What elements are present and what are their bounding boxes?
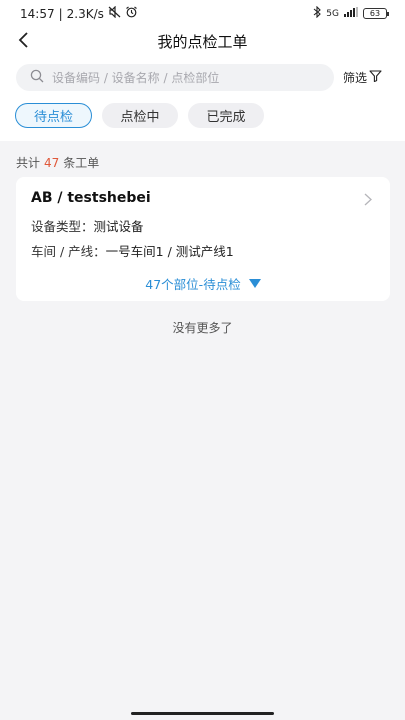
search-input[interactable] [52,70,312,85]
filter-label: 筛选 [343,71,368,85]
status-left: 14:57 | 2.3K/s [20,5,138,21]
nav-bar: 我的点检工单 [0,28,405,56]
triangle-down-icon [248,276,261,291]
network-label: 5G [326,8,339,19]
search-icon [30,68,44,87]
workshop-line-row: 车间 / 产线：一号车间1 / 测试产线1 [31,241,234,260]
search-bar[interactable] [16,64,334,91]
filter-button[interactable]: 筛选 [343,69,382,86]
battery-icon: 63 [363,8,389,19]
expand-parts-toggle[interactable]: 47个部位-待点检 [16,274,390,293]
status-time: 14:57 [20,6,55,21]
order-count: 共计 47 条工单 [16,154,99,171]
mute-icon [108,5,121,21]
tab-in-progress[interactable]: 点检中 [102,103,178,128]
alarm-clock-icon [125,6,138,21]
expand-parts-label: 47个部位-待点检 [145,277,241,292]
equipment-type-row: 设备类型：测试设备 [31,216,144,235]
status-divider: | [58,6,63,21]
tab-completed[interactable]: 已完成 [188,103,264,128]
count-number: 47 [44,156,60,170]
status-bar: 14:57 | 2.3K/s 5G 63 [0,0,405,28]
equipment-type-label: 设备类型： [31,219,94,234]
home-indicator[interactable] [131,712,274,715]
chevron-right-icon [364,191,372,210]
no-more-text: 没有更多了 [172,321,233,335]
order-title: AB / testshebei [31,190,151,206]
equipment-type-value: 测试设备 [93,219,144,234]
bluetooth-icon [313,5,322,21]
status-tabs: 待点检 点检中 已完成 [15,103,264,128]
battery-level: 63 [369,9,381,18]
status-speed: 2.3K/s [66,6,104,21]
filter-icon [369,70,382,85]
count-suffix: 条工单 [63,156,100,170]
tab-pending[interactable]: 待点检 [15,103,92,128]
count-prefix: 共计 [16,156,41,170]
page-title: 我的点检工单 [157,33,248,51]
signal-icon [344,7,358,20]
workshop-line-value: 一号车间1 / 测试产线1 [105,244,234,259]
status-right: 5G 63 [313,5,389,21]
order-card[interactable]: AB / testshebei 设备类型：测试设备 车间 / 产线：一号车间1 … [16,177,390,301]
workshop-line-label: 车间 / 产线： [31,244,106,259]
